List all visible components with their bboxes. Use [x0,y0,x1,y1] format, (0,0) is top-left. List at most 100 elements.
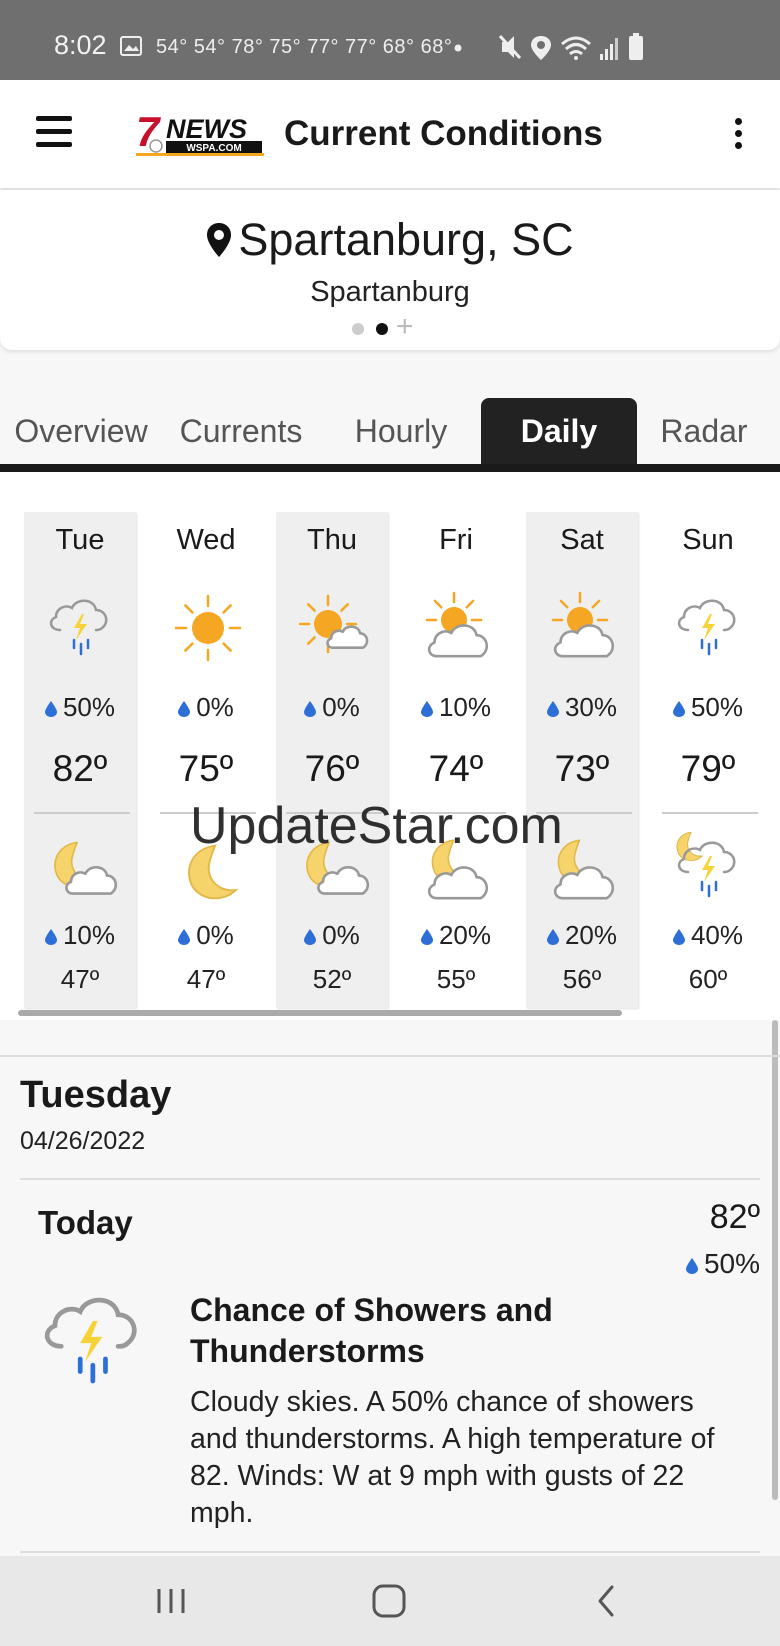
station-logo: 7 NEWS WSPA.COM [136,108,264,156]
page-title: Current Conditions [284,114,603,153]
high-temp: 73º [554,748,610,789]
column-divider [34,812,130,814]
day-column-sat[interactable]: Sat 30% 73º 20% 56º [526,512,638,1008]
day-name: Fri [439,524,473,556]
location-pin-icon [207,223,232,258]
partly-sunny-icon [298,594,369,654]
vertical-scrollbar[interactable] [772,1020,778,1500]
signal-icon [600,38,618,60]
app-bar: 7 NEWS WSPA.COM Current Conditions [0,80,780,188]
logo-site: WSPA.COM [186,143,241,154]
location-icon [531,36,551,60]
more-options-icon[interactable] [730,118,746,152]
day-pop-value: 10% [438,692,492,722]
mostly-cloudy-day-icon [425,591,489,658]
tab-currents[interactable]: Currents [166,398,316,464]
night-pop-value: 0% [322,920,360,950]
night-pop-value: 40% [690,920,744,950]
raindrop-icon [178,701,191,717]
raindrop-icon [304,929,317,945]
day-column-thu[interactable]: Thu 0% 76º 0% 52º [276,512,388,1008]
status-temps: 54° 54° 78° 75° 77° 77° 68° 68° [156,36,453,58]
location-pager[interactable]: + [352,310,432,343]
night-precip-chance: 10% [24,920,136,951]
horizontal-scrollbar[interactable] [18,1010,622,1016]
night-precip-chance: 0% [276,920,388,951]
tab-daily[interactable]: Daily [481,398,637,464]
period-high-temp: 82º [709,1198,760,1236]
status-time: 8:02 [54,30,107,60]
tab-overview[interactable]: Overview [6,398,156,464]
location-name: Spartanburg, SC [238,214,574,265]
back-icon[interactable] [584,1578,630,1624]
day-pop-value: 0% [322,692,360,722]
day-name: Thu [307,524,357,556]
mostly-cloudy-day-icon [551,591,615,658]
mute-icon [498,34,522,60]
dot-icon [454,44,462,52]
recent-apps-icon[interactable] [148,1578,194,1624]
low-temp: 55º [436,964,476,994]
low-temp: 60º [688,964,728,994]
night-precip-chance: 20% [526,920,638,951]
day-precip-chance: 0% [276,692,388,723]
location-card[interactable]: Spartanburg, SC Spartanburg + [0,190,780,350]
high-temp: 75º [178,748,234,789]
divider [20,1551,760,1553]
logo-graphic: 7 NEWS WSPA.COM [136,108,264,156]
hamburger-menu-icon[interactable] [36,116,72,150]
day-pop-value: 50% [62,692,116,722]
night-pop-value: 10% [62,920,116,950]
battery-icon [629,33,643,60]
detail-date: 04/26/2022 [20,1127,146,1155]
day-column-wed[interactable]: Wed 0% 75º 0% 47º [150,512,262,1008]
pager-dot[interactable] [352,323,364,335]
thunderstorm-icon [49,599,108,656]
raindrop-icon [420,929,433,945]
raindrop-icon [672,701,685,717]
day-pop-value: 0% [196,692,234,722]
day-pop-value: 30% [564,692,618,722]
tab-underline [0,464,780,472]
raindrop-icon [44,701,57,717]
period-precip-chance: 50% [660,1248,760,1280]
tab-hourly[interactable]: Hourly [326,398,476,464]
day-precip-chance: 10% [400,692,512,723]
tab-bar: Overview Currents Hourly Daily Radar [0,398,780,470]
raindrop-icon [546,929,559,945]
home-icon[interactable] [366,1578,412,1624]
status-bar: 8:02 54° 54° 78° 75° 77° 77° 68° 68° [0,0,780,80]
day-precip-chance: 0% [150,692,262,723]
thunderstorm-icon [44,1297,137,1384]
period-pop-value: 50% [703,1248,760,1279]
sunny-icon [174,594,242,662]
day-name: Sat [560,524,604,556]
location-name-row: Spartanburg, SC [0,214,780,266]
add-location-icon[interactable]: + [396,310,414,344]
divider [0,1055,780,1057]
column-divider [662,812,758,814]
day-column-tue[interactable]: Tue 50% 82º 10% 47º [24,512,136,1008]
forecast-title: Chance of Showers and Thunderstorms [190,1292,553,1369]
day-column-fri[interactable]: Fri 10% 74º 20% 55º [400,512,512,1008]
pager-dot-active[interactable] [376,323,388,335]
partly-cloudy-night-icon [54,841,118,895]
raindrop-icon [685,1258,698,1274]
thunderstorm-icon [677,599,736,656]
low-temp: 56º [562,964,602,994]
day-precip-chance: 50% [652,692,764,723]
low-temp: 47º [186,964,226,994]
night-precip-chance: 40% [652,920,764,951]
day-column-sun[interactable]: Sun 50% 79º 40% 60º [652,512,764,1008]
system-nav-bar [0,1556,780,1646]
day-precip-chance: 30% [526,692,638,723]
day-name: Sun [682,524,734,556]
high-temp: 74º [428,748,484,789]
raindrop-icon [304,701,317,717]
high-temp: 82º [52,748,108,789]
watermark: UpdateStar.com [190,797,563,855]
night-thunderstorm-icon [676,832,736,898]
daily-forecast-strip[interactable]: Tue 50% 82º 10% 47º Wed 0% 75º 0% 47º Thu 0% 76º 0% 52… [0,472,780,1020]
tab-radar[interactable]: Radar [644,398,764,464]
high-temp: 79º [680,748,736,789]
